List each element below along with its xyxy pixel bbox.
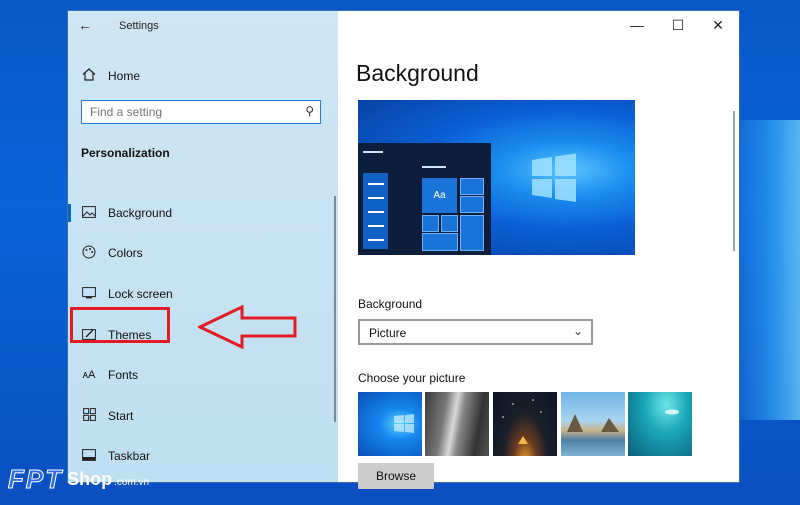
settings-window: ← Settings Home ⚲ Personalization Backgr… bbox=[68, 11, 739, 489]
picture-icon bbox=[80, 205, 98, 221]
thumbnail-underwater-swimmer[interactable] bbox=[628, 392, 692, 456]
home-icon bbox=[80, 68, 98, 84]
search-icon[interactable]: ⚲ bbox=[305, 104, 314, 118]
fpt-shop-watermark: FPT Shop .com.vn bbox=[7, 463, 150, 494]
thumbnail-rock-waterfall[interactable] bbox=[425, 392, 489, 456]
background-preview: Aa bbox=[358, 100, 635, 255]
sidebar-item-background[interactable]: Background bbox=[68, 199, 338, 227]
nav-home-label: Home bbox=[108, 69, 141, 83]
fonts-icon: ᴀA bbox=[82, 369, 96, 381]
sidebar: ← Settings Home ⚲ Personalization Backgr… bbox=[68, 11, 338, 482]
brand-domain: .com.vn bbox=[114, 476, 150, 488]
maximize-icon[interactable]: ☐ bbox=[668, 17, 688, 34]
background-select-value: Picture bbox=[369, 326, 407, 340]
thumbnail-beach-rocks[interactable] bbox=[561, 392, 625, 456]
brand-logo: FPT bbox=[7, 463, 64, 494]
sidebar-item-label: Colors bbox=[108, 246, 143, 260]
nav-home[interactable]: Home bbox=[80, 66, 140, 86]
sidebar-item-label: Fonts bbox=[108, 368, 139, 382]
title-bar: ← Settings bbox=[68, 11, 338, 41]
start-icon bbox=[80, 408, 98, 424]
close-icon[interactable]: ✕ bbox=[708, 17, 728, 34]
sidebar-item-label: Lock screen bbox=[108, 287, 173, 301]
sidebar-item-label: Background bbox=[108, 206, 173, 220]
desktop-background bbox=[730, 120, 800, 420]
taskbar-icon bbox=[80, 448, 98, 464]
sidebar-item-colors[interactable]: Colors bbox=[68, 239, 338, 267]
main-content: — ☐ ✕ Background Aa Background Picture ⌄… bbox=[338, 11, 739, 489]
windows-logo-icon bbox=[532, 153, 576, 202]
search-input[interactable] bbox=[82, 101, 308, 123]
content-scrollbar[interactable] bbox=[733, 111, 735, 251]
sidebar-item-label: Taskbar bbox=[108, 449, 151, 463]
lock-screen-icon bbox=[80, 286, 98, 302]
sidebar-item-lock-screen[interactable]: Lock screen bbox=[68, 280, 338, 308]
window-title: Settings bbox=[119, 20, 159, 32]
back-arrow-icon[interactable]: ← bbox=[78, 17, 92, 33]
page-title: Background bbox=[356, 60, 479, 86]
preview-start-menu: Aa bbox=[358, 143, 491, 255]
search-box[interactable]: ⚲ bbox=[81, 100, 321, 124]
sidebar-item-start[interactable]: Start bbox=[68, 402, 338, 430]
browse-button[interactable]: Browse bbox=[358, 463, 434, 489]
thumbnail-night-sky-tent[interactable] bbox=[493, 392, 557, 456]
background-select[interactable]: Picture ⌄ bbox=[358, 319, 593, 345]
palette-icon bbox=[80, 245, 98, 262]
sidebar-item-fonts[interactable]: ᴀA Fonts bbox=[68, 361, 338, 389]
choose-picture-label: Choose your picture bbox=[358, 371, 466, 385]
brand-shop: Shop bbox=[67, 468, 113, 489]
left-arrow-annotation-icon bbox=[198, 305, 297, 349]
sidebar-item-label: Start bbox=[108, 409, 134, 423]
minimize-icon[interactable]: — bbox=[627, 17, 647, 33]
themes-highlight-box bbox=[70, 307, 170, 343]
sidebar-scrollbar[interactable] bbox=[334, 196, 336, 422]
chevron-down-icon: ⌄ bbox=[572, 324, 583, 338]
background-label: Background bbox=[358, 297, 423, 311]
section-title: Personalization bbox=[81, 146, 170, 160]
preview-aa-tile: Aa bbox=[422, 178, 457, 213]
thumbnail-windows-blue[interactable] bbox=[358, 392, 422, 456]
